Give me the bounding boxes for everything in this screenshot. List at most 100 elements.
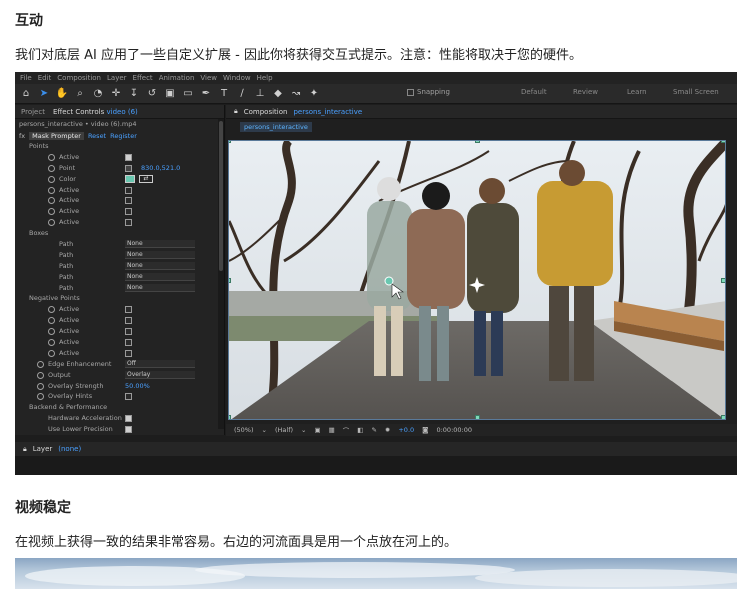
menu-layer[interactable]: Layer [107,74,127,82]
menu-window[interactable]: Window [223,74,251,82]
menu-file[interactable]: File [20,74,32,82]
stopwatch-icon[interactable] [37,360,44,368]
transform-handle[interactable] [475,415,480,419]
menu-view[interactable]: View [200,74,217,82]
clone-stamp-icon[interactable]: ⊥ [253,87,267,101]
rectangle-tool-icon[interactable]: ▭ [181,87,195,101]
reset-link[interactable]: Reset [88,132,106,140]
pen-tool-icon[interactable]: ✒ [199,87,213,101]
group-boxes[interactable]: Boxes [15,228,224,239]
scrollbar-thumb[interactable] [219,121,223,271]
stopwatch-icon[interactable] [48,153,55,161]
active-checkbox[interactable] [125,306,132,314]
menu-help[interactable]: Help [257,74,273,82]
menu-effect[interactable]: Effect [133,74,153,82]
active-checkbox[interactable] [125,153,132,161]
stopwatch-icon[interactable] [48,328,55,336]
lock-icon[interactable]: 🔒︎ [234,107,238,116]
output-dropdown[interactable]: Overlay [125,370,195,379]
group-points[interactable]: Points [15,141,224,152]
stopwatch-icon[interactable] [48,339,55,347]
channel-icon[interactable]: ◧ [357,426,363,434]
transform-handle[interactable] [229,141,231,143]
selection-tool-icon[interactable]: ➤ [37,87,51,101]
group-negative-points[interactable]: Negative Points [15,293,224,304]
eraser-tool-icon[interactable]: ◆ [271,87,285,101]
fx-name[interactable]: Mask Prompter [29,131,84,140]
hand-tool-icon[interactable]: ✋ [55,87,69,101]
transform-handle[interactable] [475,141,480,143]
move-tool-icon[interactable]: ✛ [109,87,123,101]
composition-viewer[interactable] [228,140,726,420]
snapping-checkbox[interactable] [407,88,414,96]
region-of-interest-icon[interactable]: ▣ [314,426,320,434]
zoom-dropdown[interactable]: (50%) [234,426,254,434]
transform-handle[interactable] [721,278,725,283]
stopwatch-icon[interactable] [48,208,55,216]
orbit-tool-icon[interactable]: ◔ [91,87,105,101]
brush-tool-icon[interactable]: ∕ [235,87,249,101]
active-checkbox[interactable] [125,219,132,227]
stopwatch-icon[interactable] [37,393,44,401]
edge-enhancement-dropdown[interactable]: Off [125,359,195,368]
transform-handle[interactable] [721,141,725,143]
pan-behind-icon[interactable]: ▣ [163,87,177,101]
timecode[interactable]: 0:00:00:00 [436,426,472,434]
anchor-tool-icon[interactable]: ↧ [127,87,141,101]
crosshair-icon[interactable] [125,164,132,172]
resolution-dropdown[interactable]: (Half) [275,426,293,434]
active-checkbox[interactable] [125,339,132,347]
tab-effect-controls[interactable]: Effect Controls video (6) [53,108,138,116]
workspace-default[interactable]: Default [521,88,547,96]
tab-composition-name[interactable]: persons_interactive [293,108,362,116]
path-dropdown[interactable]: None [125,261,195,270]
active-checkbox[interactable] [125,186,132,194]
roto-brush-icon[interactable]: ↝ [289,87,303,101]
workspace-small-screen[interactable]: Small Screen [673,88,719,96]
active-checkbox[interactable] [125,208,132,216]
stopwatch-icon[interactable] [48,349,55,357]
path-dropdown[interactable]: None [125,272,195,281]
type-tool-icon[interactable]: T [217,87,231,101]
group-backend[interactable]: Backend & Performance [15,402,224,413]
stopwatch-icon[interactable] [48,219,55,227]
menu-composition[interactable]: Composition [57,74,101,82]
stopwatch-icon[interactable] [48,306,55,314]
overlay-hints-checkbox[interactable] [125,393,132,401]
snapshot-icon[interactable]: ◙ [422,426,428,434]
home-icon[interactable]: ⌂ [19,87,33,101]
stopwatch-icon[interactable] [48,186,55,194]
effect-controls-scrollbar[interactable] [218,119,224,429]
transform-handle[interactable] [229,415,231,419]
stopwatch-icon[interactable] [37,371,44,379]
puppet-pin-icon[interactable]: ✦ [307,87,321,101]
use-lower-precision-checkbox[interactable] [125,426,132,434]
point-value[interactable]: 830.0,521.0 [141,163,180,174]
mask-visibility-icon[interactable]: ⌒ [343,425,350,435]
snapping-toggle[interactable]: Snapping [407,88,450,96]
stopwatch-icon[interactable] [48,197,55,205]
eyedropper-icon[interactable]: ⇄ [139,174,153,183]
stopwatch-icon[interactable] [37,382,44,390]
hardware-acceleration-checkbox[interactable] [125,415,132,423]
tab-composition[interactable]: Composition [244,108,288,116]
lock-icon[interactable]: 🔒︎ [23,445,27,454]
stopwatch-icon[interactable] [48,164,55,172]
path-dropdown[interactable]: None [125,283,195,292]
active-checkbox[interactable] [125,328,132,336]
tab-project[interactable]: Project [21,108,45,116]
register-link[interactable]: Register [110,132,137,140]
workspace-review[interactable]: Review [573,88,598,96]
workspace-learn[interactable]: Learn [627,88,647,96]
color-picker-icon[interactable]: ✎ [371,426,376,434]
rotate-tool-icon[interactable]: ↺ [145,87,159,101]
color-swatch[interactable] [125,174,135,183]
reset-exposure-icon[interactable]: ✹ [385,426,390,434]
transform-handle[interactable] [721,415,725,419]
chevron-down-icon[interactable]: ⌄ [262,426,267,434]
transform-handle[interactable] [229,278,231,283]
overlay-strength-value[interactable]: 50.00% [125,381,150,392]
stopwatch-icon[interactable] [48,175,55,183]
active-checkbox[interactable] [125,349,132,357]
chevron-down-icon[interactable]: ⌄ [301,426,306,434]
